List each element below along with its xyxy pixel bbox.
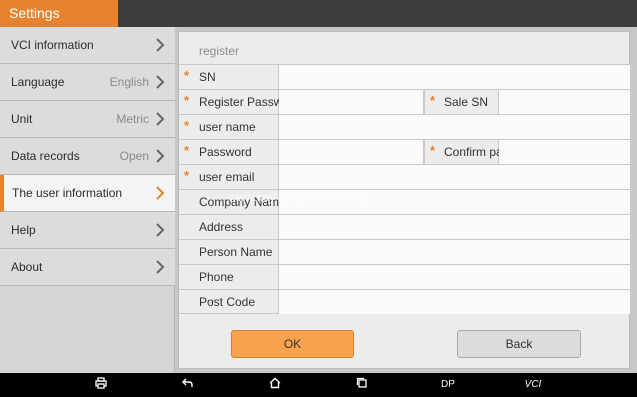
chevron-right-icon	[154, 260, 166, 274]
field-label: Post Code	[199, 295, 256, 309]
sidebar-item-label: Help	[11, 223, 36, 237]
field-label: SN	[199, 70, 216, 84]
required-marker: *	[184, 143, 190, 158]
chevron-right-icon	[154, 223, 166, 237]
sidebar-item-label: VCI information	[11, 38, 94, 52]
chevron-right-icon	[154, 149, 166, 163]
field-label-cell: Phone	[179, 265, 279, 289]
form-row-user-email: * user email	[179, 164, 631, 189]
phone-input[interactable]	[279, 265, 631, 289]
field-label: Person Name	[199, 245, 273, 259]
sidebar-item-unit[interactable]: Unit Metric	[0, 101, 175, 138]
field-label-cell: Person Name	[179, 240, 279, 264]
title-bar: Settings	[0, 0, 637, 27]
confirm-password-input[interactable]	[499, 140, 631, 164]
system-nav-bar: DP VCI	[0, 373, 637, 397]
form-row-register-password: * Register Passw * Sale SN	[179, 89, 631, 114]
post-code-input[interactable]	[279, 290, 631, 314]
chevron-right-icon	[154, 112, 166, 126]
chevron-right-icon	[154, 38, 166, 52]
register-password-input[interactable]	[279, 90, 424, 114]
user-email-input[interactable]	[279, 165, 631, 189]
app-title: Settings	[0, 0, 118, 27]
field-label-cell: * user email	[179, 165, 279, 189]
field-label-cell: Address	[179, 215, 279, 239]
required-marker: *	[184, 68, 190, 83]
sidebar-item-value: Open	[119, 149, 149, 163]
required-marker: *	[184, 168, 190, 183]
user-name-input[interactable]	[279, 115, 631, 139]
required-marker: *	[184, 93, 190, 108]
form-row-phone: Phone	[179, 264, 631, 289]
sidebar-item-label: The user information	[12, 186, 123, 200]
dp-button[interactable]: DP	[437, 377, 459, 393]
sidebar-item-label: Language	[11, 75, 65, 89]
back-button[interactable]: Back	[457, 330, 581, 358]
sidebar-item-about[interactable]: About	[0, 249, 175, 286]
field-label: Password	[199, 145, 252, 159]
field-label: Sale SN	[444, 95, 489, 109]
required-marker: *	[430, 143, 436, 158]
form-row-password: * Password * Confirm pa	[179, 139, 631, 164]
chevron-right-icon	[154, 75, 166, 89]
sidebar-item-label: About	[11, 260, 43, 274]
sn-input[interactable]	[279, 65, 631, 89]
address-input[interactable]	[279, 215, 631, 239]
field-label-cell: * SN	[179, 65, 279, 89]
form-row-user-name: * user name	[179, 114, 631, 139]
settings-sidebar: VCI information Language English Unit Me…	[0, 27, 175, 373]
watermark-text: www.key-programmer.org	[228, 190, 365, 204]
ok-button[interactable]: OK	[231, 330, 354, 358]
sidebar-item-value: Metric	[116, 112, 149, 126]
field-label-cell: * Sale SN	[424, 90, 499, 114]
field-label-cell: * Confirm pa	[424, 140, 499, 164]
sidebar-item-vci-information[interactable]: VCI information	[0, 27, 175, 64]
back-arrow-icon[interactable]	[180, 377, 196, 393]
field-label: user email	[199, 170, 255, 184]
form-row-address: Address	[179, 214, 631, 239]
sidebar-item-user-information[interactable]: The user information	[0, 175, 175, 212]
field-label: Phone	[199, 270, 234, 284]
field-label-cell: * Register Passw	[179, 90, 279, 114]
printer-icon[interactable]	[93, 377, 109, 393]
person-name-input[interactable]	[279, 240, 631, 264]
field-label: Register Passw	[199, 95, 279, 109]
password-input[interactable]	[279, 140, 424, 164]
field-label-cell: Post Code	[179, 290, 279, 314]
field-label-cell: * Password	[179, 140, 279, 164]
form-row-person-name: Person Name	[179, 239, 631, 264]
dialog-title: register	[199, 44, 240, 58]
field-label: Confirm pa	[444, 145, 499, 159]
sidebar-item-data-records[interactable]: Data records Open	[0, 138, 175, 175]
required-marker: *	[430, 93, 436, 108]
sale-sn-input[interactable]	[499, 90, 631, 114]
sidebar-item-value: English	[109, 75, 149, 89]
sidebar-item-label: Data records	[11, 149, 80, 163]
field-label: Address	[199, 220, 244, 234]
home-icon[interactable]	[267, 377, 283, 393]
sidebar-item-language[interactable]: Language English	[0, 64, 175, 101]
form-row-post-code: Post Code	[179, 289, 631, 314]
main-area: VCI information Language English Unit Me…	[0, 27, 637, 373]
required-marker: *	[184, 118, 190, 133]
chevron-right-icon	[154, 186, 166, 200]
vci-status-button[interactable]: VCI	[522, 377, 544, 393]
form-row-sn: * SN	[179, 64, 631, 89]
field-label-cell: * user name	[179, 115, 279, 139]
sidebar-item-label: Unit	[11, 112, 33, 126]
sidebar-item-help[interactable]: Help	[0, 212, 175, 249]
field-label: user name	[199, 120, 256, 134]
recent-apps-icon[interactable]	[354, 377, 370, 393]
